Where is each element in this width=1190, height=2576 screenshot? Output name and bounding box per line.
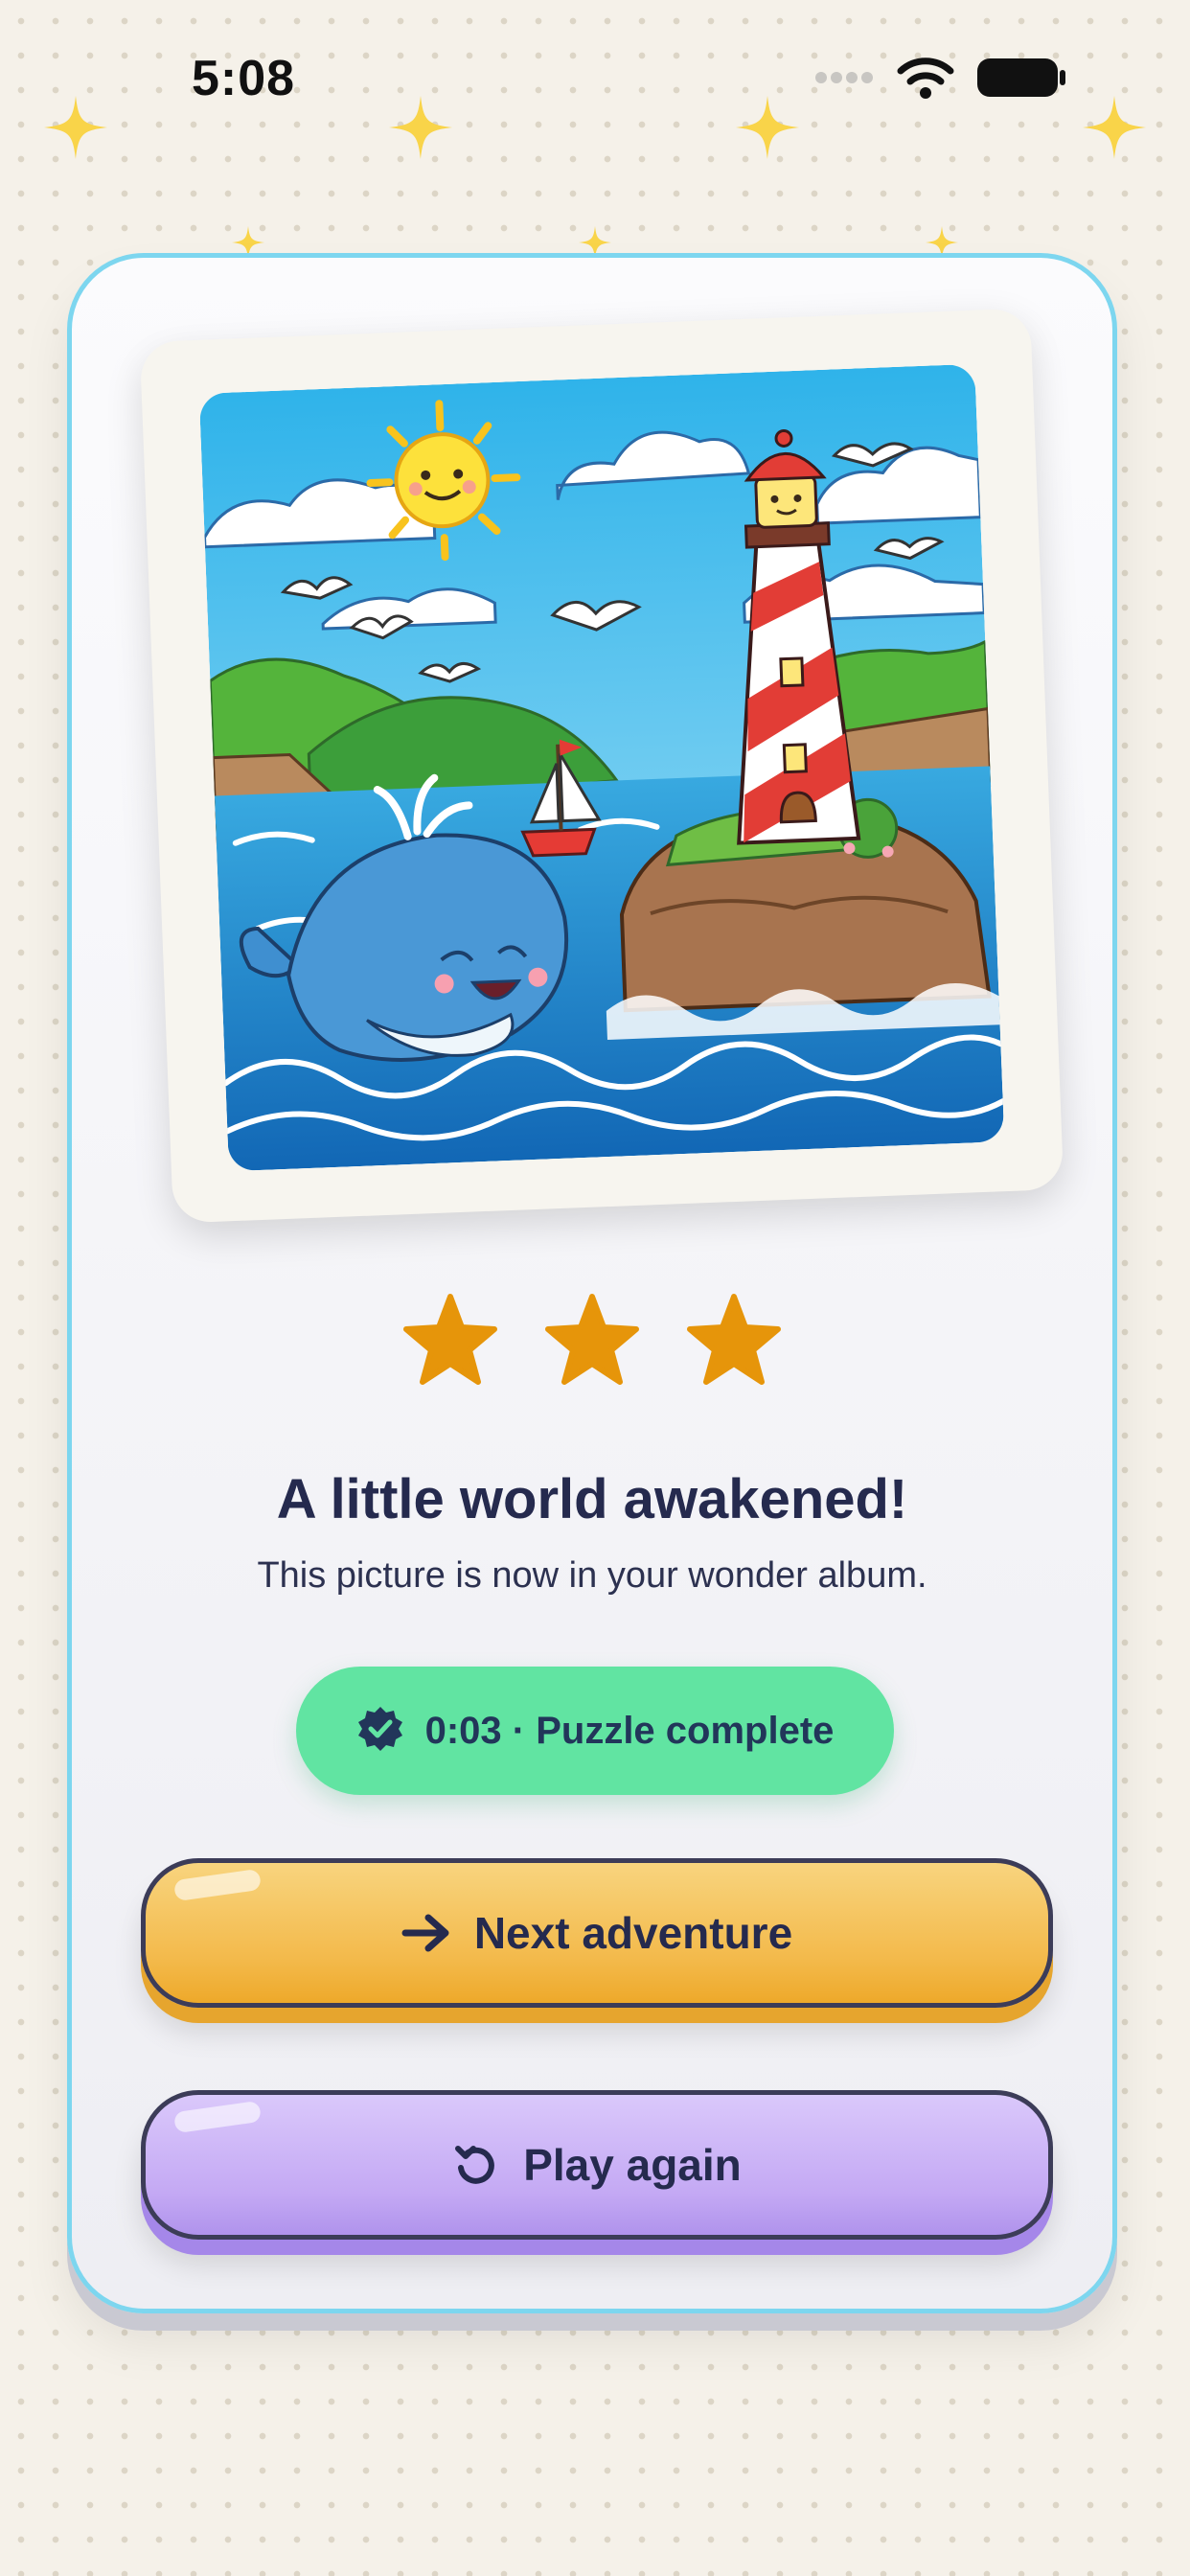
completion-badge: 0:03 · Puzzle complete — [296, 1667, 894, 1795]
sparkle-icon — [389, 96, 452, 164]
status-time: 5:08 — [192, 51, 296, 106]
completion-subtitle: This picture is now in your wonder album… — [257, 1555, 927, 1596]
next-adventure-button[interactable]: Next adventure — [141, 1858, 1053, 2008]
completion-badge-text: 0:03 · Puzzle complete — [424, 1709, 835, 1752]
wifi-icon — [897, 56, 954, 104]
cellular-dots-icon — [814, 71, 876, 89]
check-badge-icon — [356, 1705, 404, 1758]
star-icon — [402, 1293, 498, 1390]
battery-icon — [975, 57, 1067, 104]
arrow-right-icon — [401, 1912, 451, 1954]
star-icon — [686, 1293, 782, 1390]
completion-card: A little world awakened! This picture is… — [67, 253, 1117, 2313]
next-adventure-label: Next adventure — [473, 1908, 793, 1958]
lighthouse-whale-illustration — [198, 363, 1005, 1172]
sparkle-icon — [736, 96, 799, 164]
polaroid-frame — [139, 308, 1064, 1224]
star-icon — [544, 1293, 640, 1390]
star-rating — [72, 1293, 1112, 1390]
play-again-label: Play again — [523, 2140, 742, 2190]
restart-icon — [452, 2141, 500, 2189]
sparkle-icon — [1083, 96, 1146, 164]
play-again-button[interactable]: Play again — [141, 2090, 1053, 2240]
sparkle-icon — [44, 96, 107, 164]
status-icons — [814, 56, 1067, 104]
status-bar: 5:08 — [0, 0, 1190, 163]
completion-title: A little world awakened! — [276, 1468, 908, 1530]
